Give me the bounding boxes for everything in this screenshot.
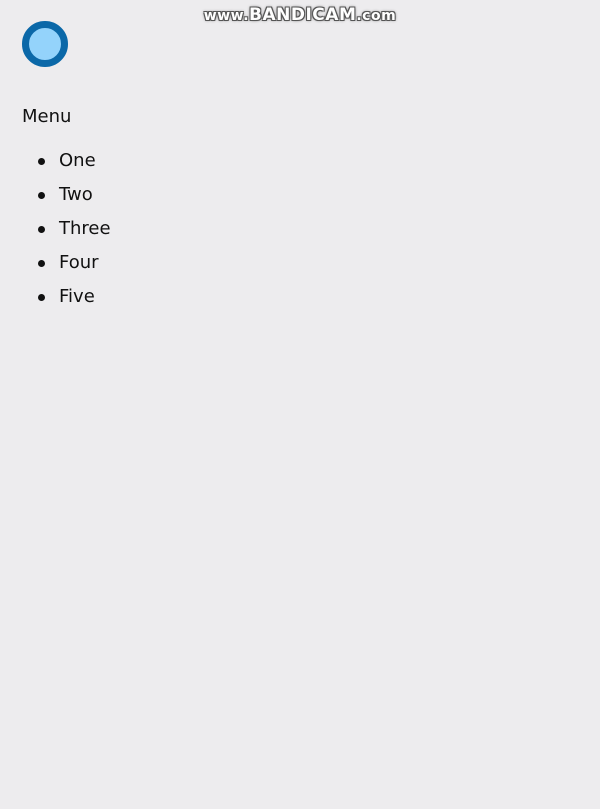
menu-item-two[interactable]: Two <box>22 181 111 215</box>
circle-logo-icon[interactable] <box>22 21 68 67</box>
menu-title: Menu <box>22 106 72 127</box>
menu-item-four[interactable]: Four <box>22 249 111 283</box>
watermark-suffix: .com <box>356 8 397 24</box>
menu-item-five[interactable]: Five <box>22 283 111 317</box>
menu-list: One Two Three Four Five <box>22 147 111 317</box>
menu-item-three[interactable]: Three <box>22 215 111 249</box>
watermark-brand: BANDICAM <box>249 5 357 25</box>
bandicam-watermark: www.BANDICAM.com <box>0 5 600 25</box>
watermark-prefix: www. <box>203 8 250 24</box>
menu-item-one[interactable]: One <box>22 147 111 181</box>
